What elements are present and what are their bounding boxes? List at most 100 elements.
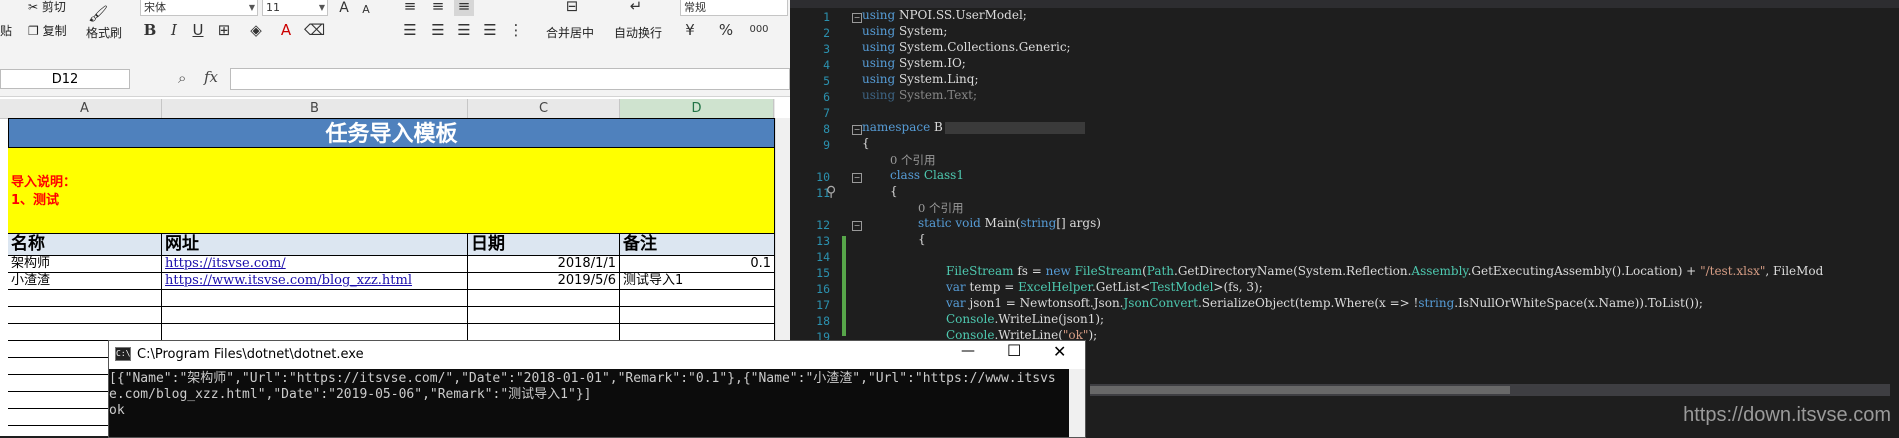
console-title: C:\Program Files\dotnet\dotnet.exe (137, 347, 364, 362)
table-cell-remark[interactable]: 0.1 (620, 256, 775, 273)
console-scrollbar[interactable] (1069, 369, 1085, 437)
change-indicator (842, 236, 846, 336)
console-app-icon: C:\ (115, 347, 131, 361)
header-name[interactable]: 名称 (8, 234, 162, 256)
paste-label[interactable]: 贴 (0, 22, 12, 39)
instruction-line-1: 导入说明： (11, 175, 77, 190)
table-cell-name[interactable]: 小渣渣 (8, 273, 162, 290)
header-url[interactable]: 网址 (162, 234, 468, 256)
border-icon[interactable]: ⊞ (214, 20, 234, 40)
table-cell-url[interactable]: https://itsvse.com/ (162, 256, 468, 273)
empty-cell[interactable] (8, 290, 162, 307)
maximize-button[interactable]: ☐ (1007, 341, 1021, 360)
font-color-icon[interactable]: A (276, 20, 296, 40)
empty-cell[interactable] (162, 307, 468, 324)
name-box[interactable]: D12 (0, 69, 130, 89)
column-header-a[interactable]: A (8, 99, 162, 118)
code-line: var temp = ExcelHelper.GetList<TestModel… (946, 280, 1263, 294)
font-size-select[interactable]: 11 ▼ (262, 0, 328, 16)
font-name-select[interactable]: 宋体 ▼ (140, 0, 258, 16)
eraser-icon[interactable]: ⌫ (304, 20, 325, 40)
empty-cell[interactable] (468, 324, 620, 341)
underline-button[interactable]: U (188, 20, 208, 40)
collapse-icon[interactable]: − (852, 125, 862, 135)
currency-icon[interactable]: ¥ (680, 20, 700, 40)
align-middle-icon[interactable]: ≡ (428, 0, 448, 16)
line-number: 2 (823, 26, 830, 40)
column-header-d[interactable]: D (620, 99, 774, 118)
merge-center-button[interactable]: 合并居中 (546, 24, 594, 41)
justify-icon[interactable]: ☰ (480, 20, 500, 40)
table-cell-date[interactable]: 2019/5/6 (468, 273, 620, 290)
fill-color-icon[interactable]: ◈ (246, 20, 266, 40)
percent-button[interactable]: % (716, 20, 736, 40)
chevron-down-icon: ▼ (318, 3, 325, 12)
console-window[interactable]: C:\ C:\Program Files\dotnet\dotnet.exe —… (108, 340, 1086, 438)
line-number: 13 (816, 234, 830, 248)
format-painter-icon[interactable]: 🖌 (88, 4, 108, 23)
header-date[interactable]: 日期 (468, 234, 620, 256)
cut-button[interactable]: ✂ 剪切 (28, 0, 66, 15)
codelens-references[interactable]: 0 个引用 (918, 200, 963, 216)
formula-input[interactable] (230, 68, 790, 90)
empty-cell[interactable] (162, 290, 468, 307)
line-number: 5 (823, 74, 830, 88)
collapse-icon[interactable]: − (852, 221, 862, 231)
collapse-icon[interactable]: − (852, 13, 862, 23)
minimize-button[interactable]: — (961, 343, 975, 359)
column-header-b[interactable]: B (162, 99, 468, 118)
empty-cell[interactable] (468, 290, 620, 307)
code-line: class Class1 (890, 168, 964, 182)
collapse-icon[interactable]: − (852, 173, 862, 183)
quick-action-icon[interactable]: ⚲ (826, 184, 836, 200)
distribute-icon[interactable]: ⋮ (506, 20, 526, 40)
bold-button[interactable]: B (140, 20, 160, 40)
table-cell-remark[interactable]: 测试导入1 (620, 273, 775, 290)
url-link[interactable]: https://itsvse.com/ (165, 256, 286, 271)
grow-font-button[interactable]: A (334, 0, 354, 18)
align-top-icon[interactable]: ≡ (400, 0, 420, 16)
copy-button[interactable]: ❐ 复制 (28, 22, 67, 39)
number-format-select[interactable]: 常规 (680, 0, 788, 16)
line-number: 12 (816, 218, 830, 232)
line-number: 8 (823, 122, 830, 136)
zoom-icon[interactable]: ⌕ (178, 69, 186, 87)
wrap-text-icon[interactable]: ↵ (626, 0, 646, 16)
header-remark[interactable]: 备注 (620, 234, 775, 256)
line-number: 14 (816, 250, 830, 264)
empty-cell[interactable] (162, 324, 468, 341)
empty-cell[interactable] (620, 290, 775, 307)
thousands-separator-button[interactable]: 000 (744, 20, 774, 40)
line-number: 3 (823, 42, 830, 56)
merge-center-icon[interactable]: ⊟ (562, 0, 582, 16)
instruction-block[interactable]: 导入说明： 1、测试 (8, 148, 775, 234)
function-button[interactable]: fx (204, 68, 218, 86)
table-cell-url[interactable]: https://www.itsvse.com/blog_xzz.html (162, 273, 468, 290)
table-cell-name[interactable]: 架构师 (8, 256, 162, 273)
codelens-references[interactable]: 0 个引用 (890, 152, 935, 168)
align-center-icon[interactable]: ☰ (428, 20, 448, 40)
align-bottom-icon[interactable]: ≡ (454, 0, 474, 16)
align-right-icon[interactable]: ☰ (454, 20, 474, 40)
format-painter-button[interactable]: 格式刷 (86, 24, 122, 41)
shrink-font-button[interactable]: A (356, 0, 376, 20)
column-header-c[interactable]: C (468, 99, 620, 118)
empty-cell[interactable] (620, 307, 775, 324)
sheet-title[interactable]: 任务导入模板 (8, 118, 775, 148)
empty-cell[interactable] (468, 307, 620, 324)
console-output: [{"Name":"架构师","Url":"https://itsvse.com… (109, 371, 1056, 418)
code-line: { (890, 184, 898, 198)
empty-cell[interactable] (620, 324, 775, 341)
table-cell-date[interactable]: 2018/1/1 (468, 256, 620, 273)
empty-cell[interactable] (8, 307, 162, 324)
line-number: 7 (823, 106, 830, 120)
url-link[interactable]: https://www.itsvse.com/blog_xzz.html (165, 273, 412, 288)
empty-cell[interactable] (8, 324, 162, 341)
align-left-icon[interactable]: ☰ (400, 20, 420, 40)
wrap-text-button[interactable]: 自动换行 (614, 24, 662, 41)
italic-button[interactable]: I (164, 20, 184, 40)
copy-label: 复制 (42, 24, 67, 38)
scrollbar-thumb[interactable] (1090, 386, 1510, 394)
console-title-bar[interactable]: C:\ C:\Program Files\dotnet\dotnet.exe —… (109, 341, 1085, 369)
close-button[interactable]: ✕ (1053, 342, 1066, 361)
